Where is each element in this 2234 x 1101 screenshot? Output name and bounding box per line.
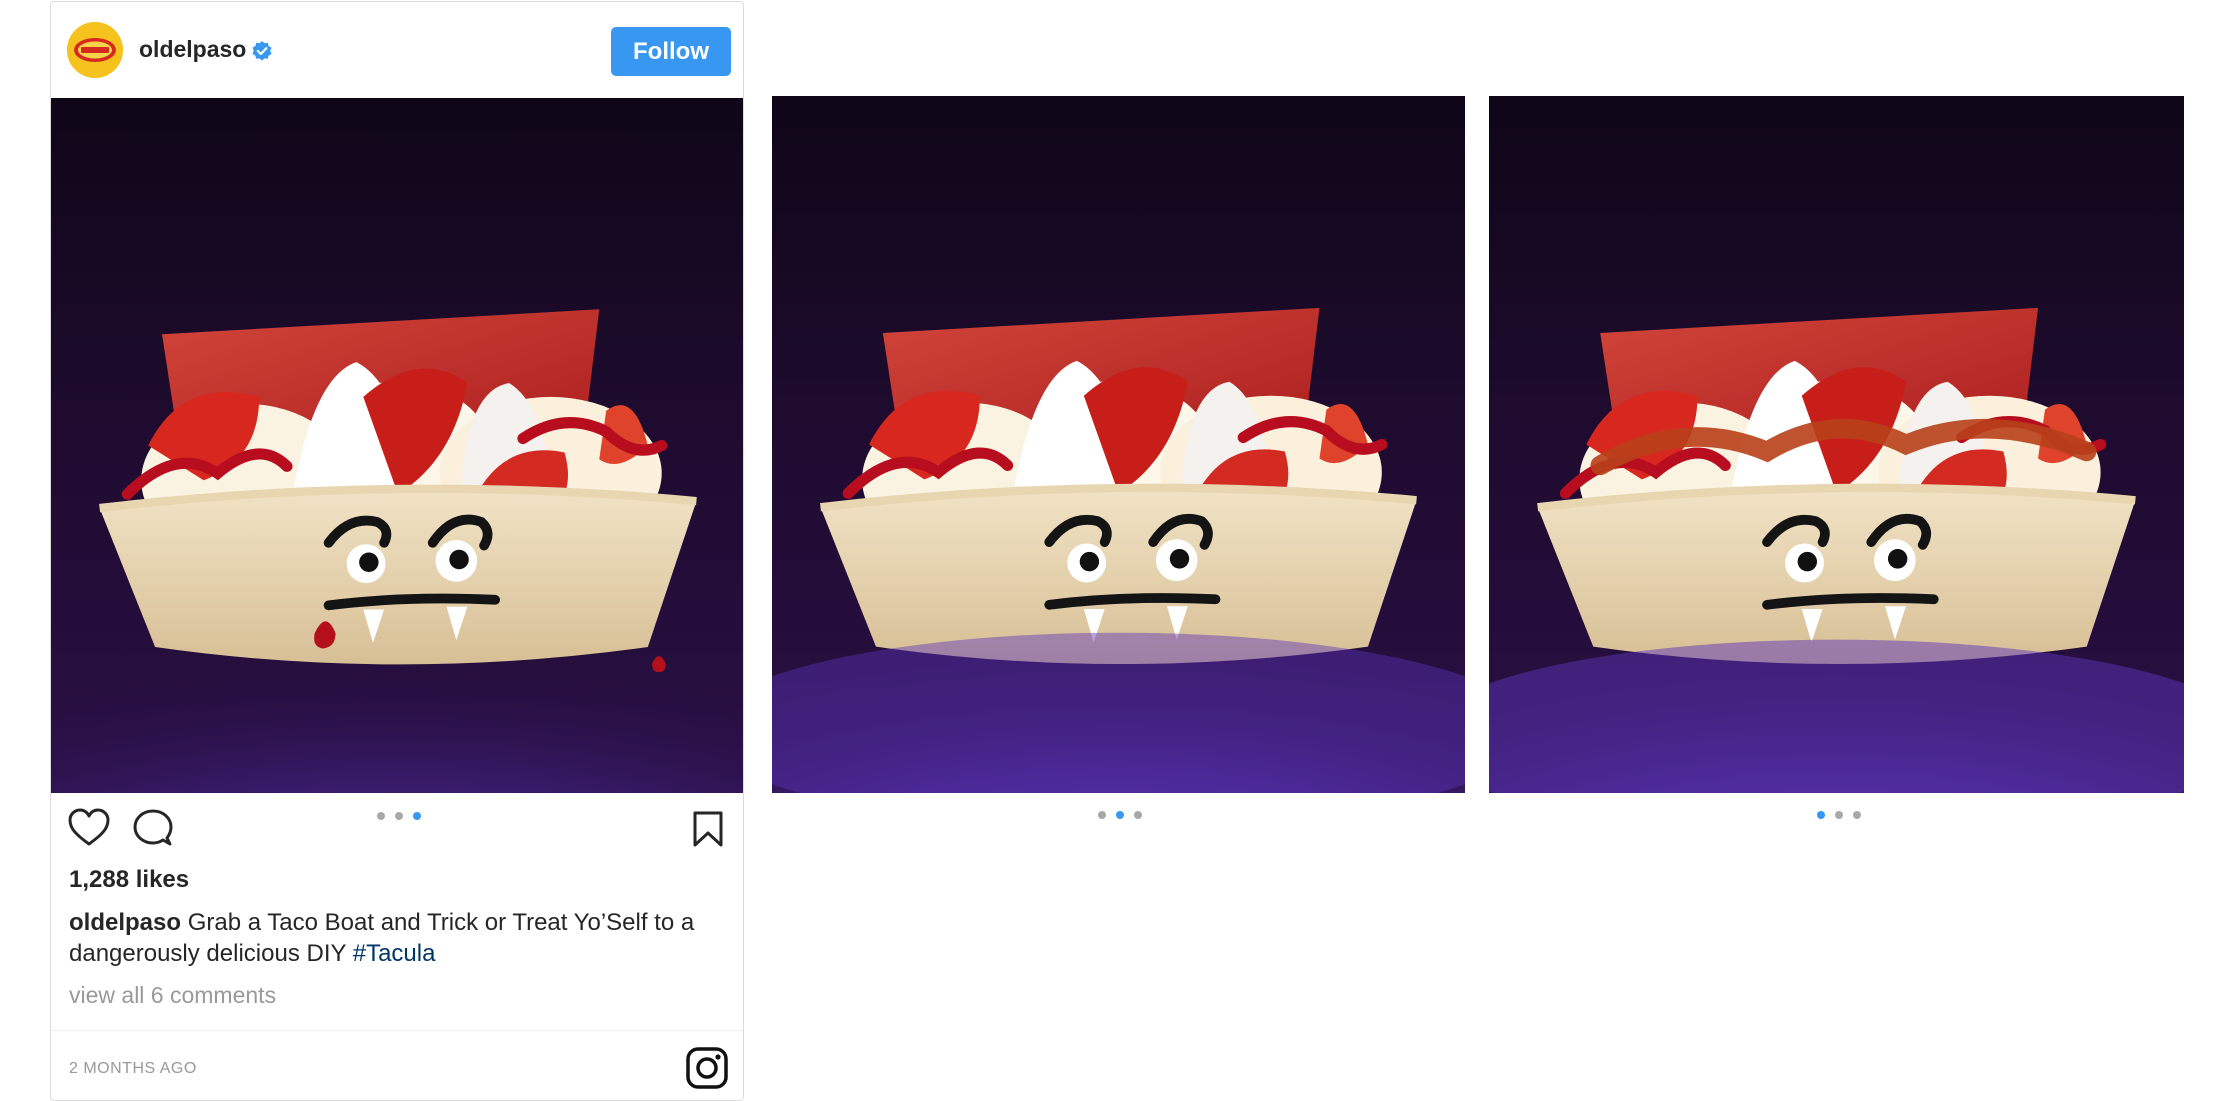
- post-header: oldelpaso Follow: [51, 2, 743, 98]
- carousel-dot: [377, 812, 385, 820]
- avatar[interactable]: [67, 22, 123, 78]
- heart-icon[interactable]: [67, 807, 111, 847]
- carousel-dot: [395, 812, 403, 820]
- carousel-dot: [1098, 811, 1106, 819]
- verified-icon: [252, 41, 272, 61]
- view-comments-link[interactable]: view all 6 comments: [69, 982, 276, 1009]
- username[interactable]: oldelpaso: [139, 36, 246, 63]
- carousel-preview-photo[interactable]: [772, 96, 1465, 793]
- instagram-post-card: oldelpaso Follow 1,288 likes oldelpaso G…: [50, 1, 744, 1101]
- carousel-dot: [1853, 811, 1861, 819]
- carousel-indicator: [1817, 811, 1861, 819]
- follow-button[interactable]: Follow: [611, 27, 731, 76]
- old-el-paso-logo-icon: [67, 22, 123, 78]
- carousel-preview-photo[interactable]: [1489, 96, 2184, 793]
- carousel-dot-active: [1817, 811, 1825, 819]
- carousel-indicator: [1098, 811, 1142, 819]
- carousel-dot: [1835, 811, 1843, 819]
- post-timestamp[interactable]: 2 MONTHS AGO: [69, 1060, 197, 1078]
- instagram-icon[interactable]: [685, 1046, 729, 1090]
- hashtag-link[interactable]: #Tacula: [353, 940, 436, 967]
- comment-icon[interactable]: [133, 808, 173, 848]
- carousel-dot-active: [413, 812, 421, 820]
- post-photo[interactable]: [51, 98, 743, 793]
- bookmark-icon[interactable]: [692, 810, 724, 848]
- carousel-dot: [1134, 811, 1142, 819]
- divider: [51, 1030, 743, 1031]
- carousel-indicator: [377, 812, 421, 820]
- like-count[interactable]: 1,288 likes: [69, 866, 189, 894]
- carousel-dot-active: [1116, 811, 1124, 819]
- caption-username[interactable]: oldelpaso: [69, 909, 181, 936]
- caption: oldelpaso Grab a Taco Boat and Trick or …: [69, 907, 709, 969]
